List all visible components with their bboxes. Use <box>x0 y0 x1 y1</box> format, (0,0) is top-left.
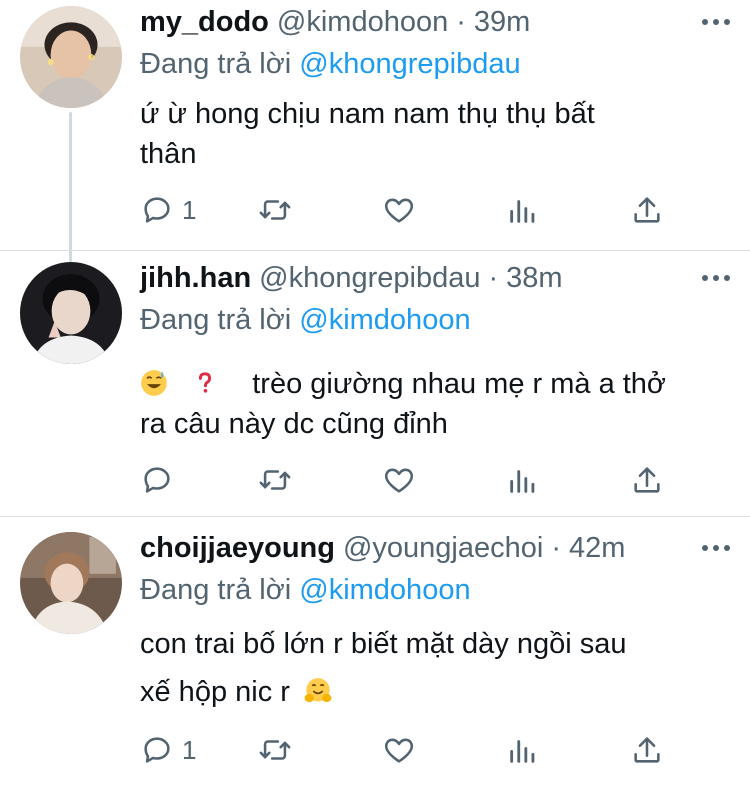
avatar-image <box>20 262 122 364</box>
tweet-actions: 1 <box>140 730 680 770</box>
replying-to-label: Đang trả lời <box>140 48 292 80</box>
timestamp[interactable]: 42m <box>569 532 625 565</box>
retweet-button[interactable] <box>258 460 292 500</box>
reply-icon <box>144 467 170 493</box>
tweet-text: con trai bố lớn r biết mặt dày ngồi sau … <box>140 620 730 716</box>
tweet-text: trèo giường nhau mẹ r mà a thở ra câu nà… <box>140 364 730 444</box>
replying-to: Đang trả lời @kimdohoon <box>140 304 730 340</box>
replying-to-label: Đang trả lời <box>140 574 292 606</box>
more-icon[interactable] <box>702 266 730 290</box>
stats-button[interactable] <box>506 190 540 230</box>
more-icon[interactable] <box>702 536 730 560</box>
tweet-text-line: trèo giường nhau mẹ r mà a thở <box>140 364 730 404</box>
retweet-icon <box>259 740 291 760</box>
avatar-image <box>20 532 122 634</box>
display-name[interactable]: choijjaeyoung <box>140 532 335 565</box>
reply-button[interactable]: 1 <box>140 190 196 230</box>
retweet-button[interactable] <box>258 730 292 770</box>
replying-to-label: Đang trả lời <box>140 304 292 336</box>
separator-dot: · <box>456 6 466 38</box>
heart-icon <box>384 738 414 763</box>
share-icon <box>634 737 660 763</box>
share-button[interactable] <box>630 460 664 500</box>
replying-to: Đang trả lời @khongrepibdau <box>140 48 730 84</box>
hugging-face-emoji-icon <box>304 678 332 703</box>
stats-button[interactable] <box>506 730 540 770</box>
tweet-text-line: thân <box>140 138 197 170</box>
avatar-image <box>20 6 122 108</box>
reply-count: 1 <box>182 734 197 765</box>
tweet-header: my_dodo @kimdohoon · 39m <box>140 6 730 42</box>
stats-icon <box>510 470 535 493</box>
tweet-text-line: ra câu này dc cũng đỉnh <box>140 408 448 440</box>
retweet-icon <box>259 470 291 490</box>
separator-dot: · <box>551 532 562 564</box>
avatar[interactable] <box>20 532 122 634</box>
tweet-text-segment: trèo giường nhau mẹ r mà a thở <box>252 368 666 400</box>
share-button[interactable] <box>630 190 664 230</box>
retweet-icon <box>259 200 291 220</box>
like-button[interactable] <box>382 730 416 770</box>
replying-to-mention[interactable]: @kimdohoon <box>299 304 470 336</box>
replying-to: Đang trả lời @kimdohoon <box>140 574 730 610</box>
divider <box>0 250 750 251</box>
display-name[interactable]: my_dodo <box>140 6 269 39</box>
like-button[interactable] <box>382 460 416 500</box>
stats-icon <box>510 740 535 763</box>
share-icon <box>634 467 660 493</box>
divider <box>0 516 750 517</box>
tweet-text: ứ ừ hong chịu nam nam thụ thụ bất thân <box>140 94 730 174</box>
share-icon <box>634 197 660 223</box>
heart-icon <box>384 468 414 493</box>
thread-connector-line <box>69 112 72 262</box>
share-button[interactable] <box>630 730 664 770</box>
grinning-sweat-emoji-icon <box>141 370 167 396</box>
tweet-text-line: xế hộp nic r <box>140 668 730 716</box>
retweet-button[interactable] <box>258 190 292 230</box>
tweet-header: choijjaeyoung @youngjaechoi · 42m <box>140 532 730 568</box>
replying-to-mention[interactable]: @kimdohoon <box>299 574 470 606</box>
display-name[interactable]: jihh.han <box>140 262 251 295</box>
like-button[interactable] <box>382 190 416 230</box>
separator-dot: · <box>488 262 499 294</box>
question-mark-emoji-icon <box>199 372 212 393</box>
replying-to-mention[interactable]: @khongrepibdau <box>299 48 520 80</box>
tweet-text-line: ứ ừ hong chịu nam nam thụ thụ bất <box>140 98 595 130</box>
tweet-header: jihh.han @khongrepibdau · 38m <box>140 262 730 298</box>
reply-button[interactable] <box>140 460 182 500</box>
reply-icon <box>144 197 170 223</box>
heart-icon <box>384 198 414 223</box>
username[interactable]: @youngjaechoi <box>343 532 543 565</box>
timestamp[interactable]: 39m <box>474 6 530 39</box>
username[interactable]: @kimdohoon <box>277 6 448 39</box>
tweet-text-segment: xế hộp nic r <box>140 676 290 708</box>
stats-button[interactable] <box>506 460 540 500</box>
tweet-actions <box>140 460 680 500</box>
avatar[interactable] <box>20 262 122 364</box>
more-icon[interactable] <box>702 10 730 34</box>
username[interactable]: @khongrepibdau <box>259 262 480 295</box>
avatar[interactable] <box>20 6 122 108</box>
timestamp[interactable]: 38m <box>506 262 562 295</box>
reply-count: 1 <box>182 194 197 225</box>
reply-icon <box>144 737 170 763</box>
stats-icon <box>510 200 535 223</box>
tweet-actions: 1 <box>140 190 680 230</box>
tweet-text-line: con trai bố lớn r biết mặt dày ngồi sau <box>140 628 627 660</box>
reply-button[interactable]: 1 <box>140 730 196 770</box>
